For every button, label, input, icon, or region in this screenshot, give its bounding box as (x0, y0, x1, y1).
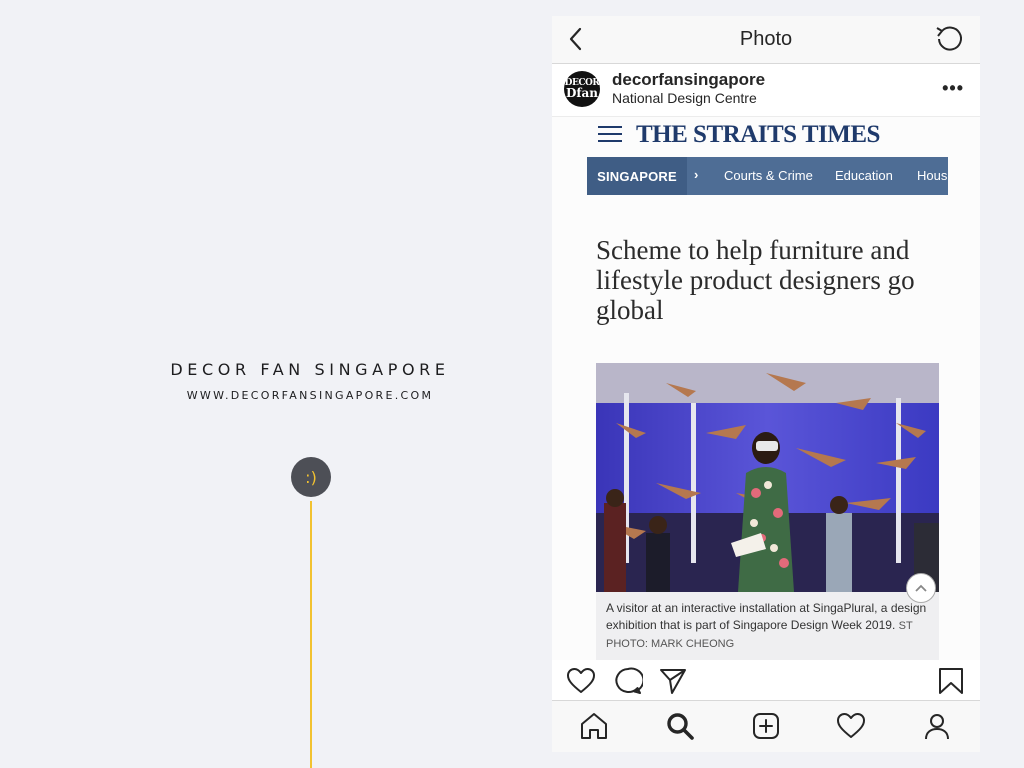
bookmark-icon[interactable] (936, 666, 966, 696)
more-options-icon[interactable]: ••• (942, 78, 964, 99)
profile-icon[interactable] (922, 711, 952, 741)
home-icon[interactable] (579, 711, 609, 741)
share-icon[interactable] (658, 666, 688, 696)
post-actions (552, 660, 980, 700)
section-label: SINGAPORE (587, 157, 687, 195)
nav-item-courts: Courts & Crime (724, 168, 813, 183)
search-icon[interactable] (665, 711, 695, 741)
scroll-up-icon (906, 573, 936, 603)
brand-title: DECOR FAN SINGAPORE (170, 360, 450, 379)
heart-icon[interactable] (566, 666, 596, 696)
section-nav: SINGAPORE › Courts & Crime Education Hou… (587, 157, 948, 195)
brand-block: DECOR FAN SINGAPORE WWW.DECORFANSINGAPOR… (150, 360, 470, 402)
caption-text: A visitor at an interactive installation… (606, 601, 927, 632)
masthead: THE STRAITS TIMES (636, 121, 880, 148)
bottom-tab-bar (552, 700, 980, 752)
page-title: Photo (739, 28, 793, 50)
avatar[interactable]: DECOR Dfan (564, 71, 600, 107)
nav-item-housing: Housi (917, 168, 948, 183)
avatar-text-bottom: Dfan (565, 86, 599, 100)
refresh-icon[interactable] (934, 24, 964, 54)
comment-icon[interactable] (613, 666, 643, 696)
menu-icon (598, 126, 622, 142)
activity-heart-icon[interactable] (836, 711, 866, 741)
add-post-icon[interactable] (751, 711, 781, 741)
article-photo (596, 363, 939, 592)
location-link[interactable]: National Design Centre (612, 90, 757, 106)
article-headline: Scheme to help furniture and lifestyle p… (596, 235, 915, 325)
instagram-panel: Photo DECOR Dfan decorfansingapore Natio… (552, 16, 980, 752)
post-image[interactable]: THE STRAITS TIMES SINGAPORE › Courts & C… (552, 117, 980, 660)
post-header: DECOR Dfan decorfansingapore National De… (552, 64, 980, 117)
photo-caption: A visitor at an interactive installation… (596, 592, 939, 660)
top-nav-bar: Photo (552, 16, 980, 64)
username-link[interactable]: decorfansingapore (612, 70, 765, 90)
chevron-right-icon: › (694, 167, 699, 182)
brand-url[interactable]: WWW.DECORFANSINGAPORE.COM (150, 389, 470, 402)
nav-item-education: Education (835, 168, 893, 183)
smiley-badge: :) (291, 457, 331, 497)
timeline-line (310, 501, 312, 768)
